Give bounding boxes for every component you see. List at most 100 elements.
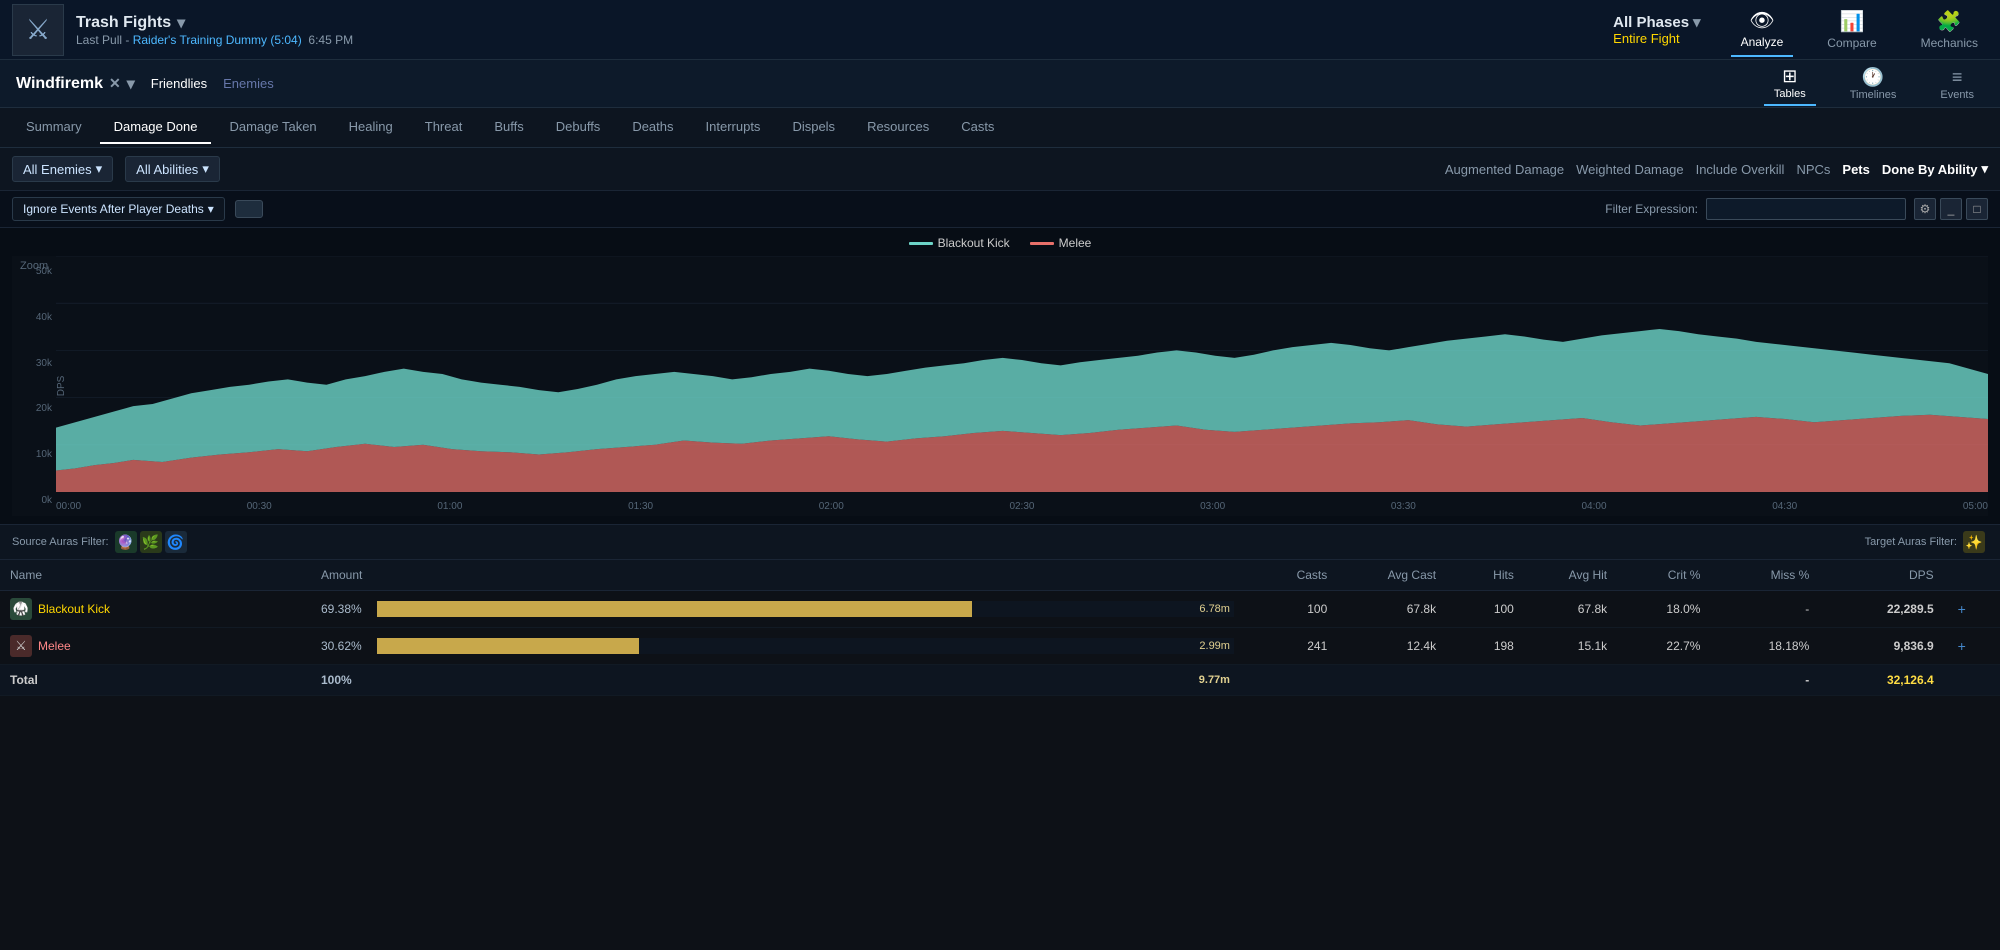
total-hits-empty: [1446, 665, 1524, 696]
x-label-0500: 05:00: [1963, 501, 1988, 512]
sec-nav-timelines[interactable]: 🕐 Timelines: [1840, 63, 1907, 105]
done-by-ability-label: Done By Ability: [1882, 162, 1978, 177]
ability-name-blackout-kick: 🥋 Blackout Kick: [10, 598, 301, 620]
legend-blackout-kick-label: Blackout Kick: [938, 236, 1010, 250]
total-avg-hit-empty: [1524, 665, 1617, 696]
row-2-casts: 241: [1244, 628, 1337, 665]
done-by-ability-btn[interactable]: Done By Ability ▾: [1882, 161, 1988, 177]
legend-blackout-kick-color: [909, 242, 933, 245]
tab-interrupts[interactable]: Interrupts: [692, 111, 775, 144]
augmented-damage-link[interactable]: Augmented Damage: [1445, 162, 1564, 177]
sec-nav-tables[interactable]: ⊞ Tables: [1764, 62, 1816, 106]
table-body: 🥋 Blackout Kick 69.38% 6.78m 100 67.8k 1…: [0, 591, 2000, 696]
weighted-damage-link[interactable]: Weighted Damage: [1576, 162, 1683, 177]
tab-healing[interactable]: Healing: [335, 111, 407, 144]
legend-blackout-kick: Blackout Kick: [909, 236, 1010, 250]
compare-label: Compare: [1827, 36, 1876, 50]
table-header: Name Amount Casts Avg Cast Hits Avg Hit …: [0, 560, 2000, 591]
target-auras-label: Target Auras Filter:: [1865, 536, 1957, 548]
filter-expr-input[interactable]: [1706, 198, 1906, 220]
tab-dispels[interactable]: Dispels: [778, 111, 849, 144]
tab-buffs[interactable]: Buffs: [480, 111, 537, 144]
phase-selector: All Phases ▾ Entire Fight: [1613, 13, 1700, 46]
source-aura-3[interactable]: 🌀: [165, 531, 187, 553]
enemies-tab[interactable]: Enemies: [223, 76, 274, 91]
y-label-40k: 40k: [16, 312, 52, 323]
tab-summary[interactable]: Summary: [12, 111, 96, 144]
pets-link[interactable]: Pets: [1842, 162, 1869, 177]
tab-resources[interactable]: Resources: [853, 111, 943, 144]
tab-threat[interactable]: Threat: [411, 111, 477, 144]
npcs-link[interactable]: NPCs: [1796, 162, 1830, 177]
total-miss-pct: -: [1710, 665, 1819, 696]
col-amount: Amount: [311, 560, 1244, 591]
nav-analyze[interactable]: 👁 Analyze: [1731, 2, 1794, 57]
target-aura-1[interactable]: ✨: [1963, 531, 1985, 553]
col-plus: [1944, 560, 2000, 591]
chart-legend: Blackout Kick Melee: [12, 236, 1988, 250]
row-2-expand-icon[interactable]: +: [1954, 638, 1970, 654]
player-close-btn[interactable]: ✕: [109, 75, 121, 92]
total-bar-container: 100% 9.77m: [321, 672, 1234, 688]
sec-nav-events[interactable]: ≡ Events: [1930, 63, 1984, 105]
auras-bar: Source Auras Filter: 🔮 🌿 🌀 Target Auras …: [0, 524, 2000, 560]
all-enemies-filter[interactable]: All Enemies ▾: [12, 156, 113, 182]
secondary-bar: Windfiremk ✕ ▾ Friendlies Enemies ⊞ Tabl…: [0, 60, 2000, 108]
filter-icon-group: ⚙ _ □: [1914, 198, 1988, 220]
row-1-amount: 6.78m: [1199, 603, 1230, 615]
total-avg-cast-empty: [1337, 665, 1446, 696]
nav-mechanics[interactable]: 🧩 Mechanics: [1911, 3, 1988, 56]
row-1-bar-track: 6.78m: [377, 601, 1234, 617]
tables-icon: ⊞: [1782, 66, 1797, 87]
phase-dropdown-arrow[interactable]: ▾: [1693, 13, 1701, 31]
include-overkill-link[interactable]: Include Overkill: [1696, 162, 1785, 177]
title-dropdown-arrow[interactable]: ▾: [177, 13, 185, 33]
ignore-events-dropdown[interactable]: Ignore Events After Player Deaths ▾: [12, 197, 225, 221]
blackout-kick-name[interactable]: Blackout Kick: [38, 602, 110, 616]
all-abilities-filter[interactable]: All Abilities ▾: [125, 156, 220, 182]
player-dropdown-arrow[interactable]: ▾: [127, 74, 135, 94]
phase-label[interactable]: All Phases: [1613, 14, 1689, 31]
x-label-0300: 03:00: [1200, 501, 1225, 512]
filter-settings-btn[interactable]: ⚙: [1914, 198, 1936, 220]
x-label-0330: 03:30: [1391, 501, 1416, 512]
tab-damage-done[interactable]: Damage Done: [100, 111, 212, 144]
tab-casts[interactable]: Casts: [947, 111, 1008, 144]
ignore-dropdown-arrow: ▾: [208, 202, 214, 216]
ignore-events-toggle[interactable]: [235, 200, 263, 218]
row-1-plus-btn[interactable]: +: [1944, 591, 2000, 628]
col-avg-cast: Avg Cast: [1337, 560, 1446, 591]
row-2-hits: 198: [1446, 628, 1524, 665]
trash-fights-title[interactable]: Trash Fights: [76, 14, 171, 32]
source-aura-1[interactable]: 🔮: [115, 531, 137, 553]
source-aura-2[interactable]: 🌿: [140, 531, 162, 553]
row-1-expand-icon[interactable]: +: [1954, 601, 1970, 617]
secondary-nav-icons: ⊞ Tables 🕐 Timelines ≡ Events: [1764, 62, 1984, 106]
sub-title-link[interactable]: Raider's Training Dummy (5:04): [133, 33, 302, 47]
x-label-0230: 02:30: [1009, 501, 1034, 512]
tab-deaths[interactable]: Deaths: [618, 111, 687, 144]
friendlies-tab[interactable]: Friendlies: [151, 76, 207, 91]
x-label-0100: 01:00: [437, 501, 462, 512]
chart-area[interactable]: Zoom 50k 40k 30k 20k 10k 0k DPS: [12, 256, 1988, 516]
friendlies-enemies: Friendlies Enemies: [151, 76, 274, 91]
abilities-filter-label: All Abilities: [136, 162, 198, 177]
filter-minimize-btn[interactable]: _: [1940, 198, 1962, 220]
col-casts: Casts: [1244, 560, 1337, 591]
row-2-bar-track: 2.99m: [377, 638, 1234, 654]
tab-damage-taken[interactable]: Damage Taken: [215, 111, 330, 144]
events-label: Events: [1940, 89, 1974, 101]
tab-bar: Summary Damage Done Damage Taken Healing…: [0, 108, 2000, 148]
col-avg-hit: Avg Hit: [1524, 560, 1617, 591]
row-2-pct: 30.62%: [321, 639, 369, 653]
filter-expand-btn[interactable]: □: [1966, 198, 1988, 220]
top-bar-title: Trash Fights ▾ Last Pull - Raider's Trai…: [76, 13, 353, 47]
row-1-miss-pct: -: [1710, 591, 1819, 628]
row-2-avg-hit: 15.1k: [1524, 628, 1617, 665]
row-2-plus-btn[interactable]: +: [1944, 628, 2000, 665]
melee-name[interactable]: Melee: [38, 639, 71, 653]
tab-debuffs[interactable]: Debuffs: [542, 111, 615, 144]
chart-svg[interactable]: [56, 256, 1988, 492]
sub-title-prefix: Last Pull -: [76, 33, 133, 47]
nav-compare[interactable]: 📊 Compare: [1817, 3, 1886, 56]
